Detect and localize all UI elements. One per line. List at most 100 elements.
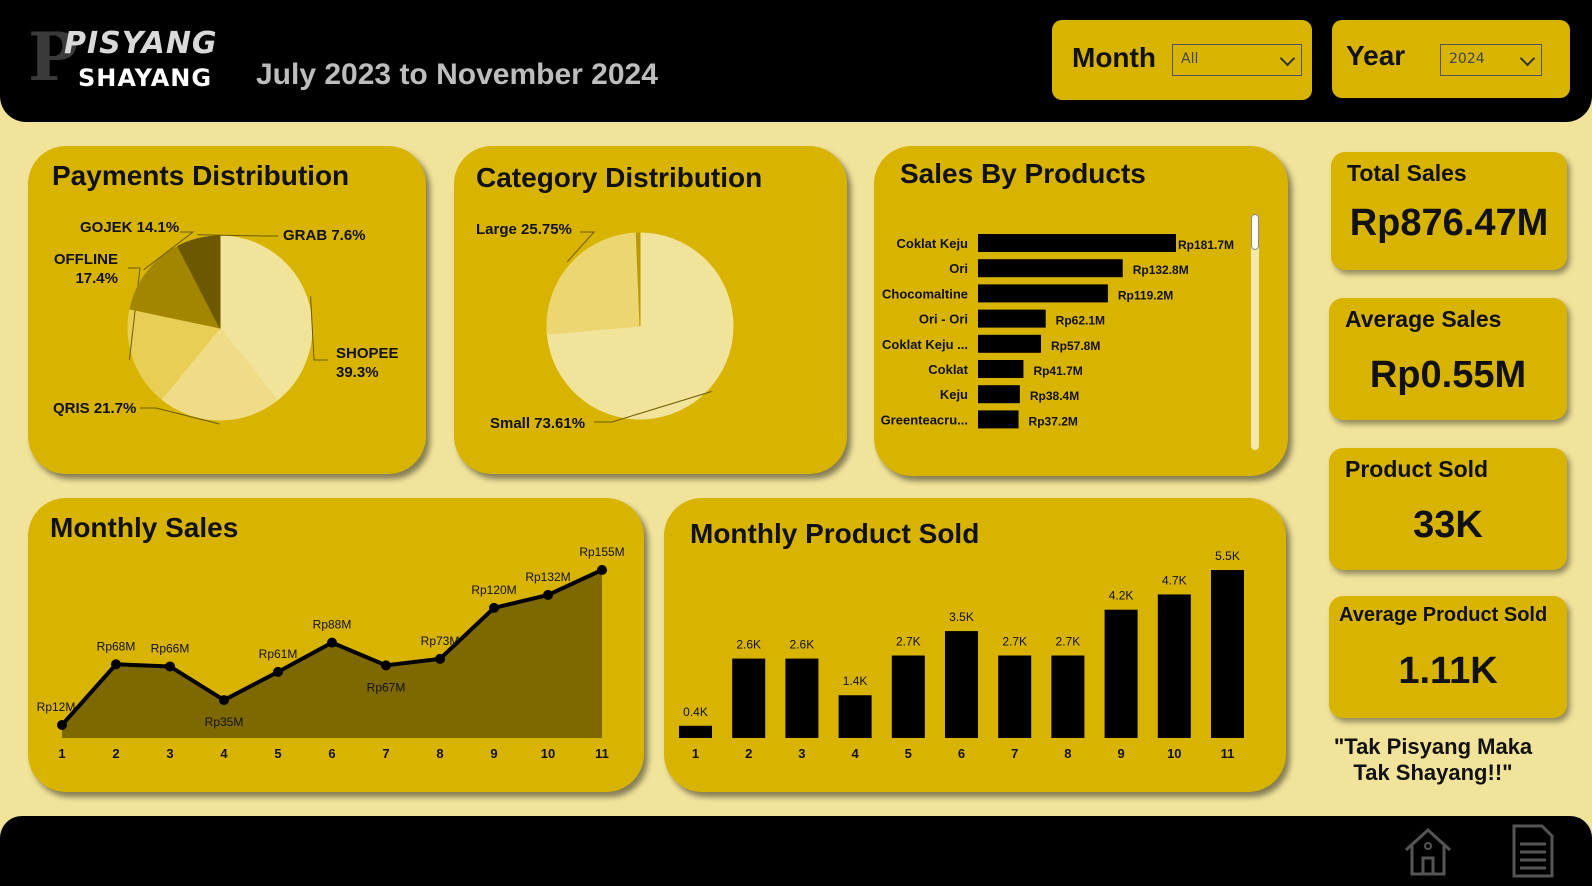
x-tick-label: 11 [1221, 746, 1235, 761]
chevron-down-icon [1279, 50, 1296, 67]
product-label: Chocomaltine [882, 286, 968, 301]
sold-bar [785, 658, 819, 738]
sales-point [57, 719, 67, 730]
category-distribution-card: Category Distribution Small 73.61% Large … [454, 146, 847, 474]
month-dropdown[interactable]: All [1172, 44, 1302, 76]
slice-label: 17.4% [75, 270, 118, 287]
brand-line1: PISYANG [64, 26, 218, 61]
sales-value-label: Rp61M [259, 647, 298, 661]
product-value-label: Rp37.2M [1029, 414, 1078, 428]
product-bar [978, 360, 1024, 378]
kpi-product-sold: Product Sold 33K [1329, 448, 1567, 570]
footer-bar [0, 816, 1592, 886]
sold-value-label: 2.7K [1056, 635, 1081, 649]
kpi-average-product-sold: Average Product Sold 1.11K [1329, 596, 1567, 718]
sales-point [165, 661, 175, 672]
products-scrollbar[interactable] [1251, 214, 1259, 450]
sold-value-label: 0.4K [683, 705, 708, 719]
product-value-label: Rp119.2M [1118, 288, 1173, 302]
x-tick-label: 8 [1064, 746, 1071, 761]
sold-value-label: 2.7K [896, 635, 921, 649]
x-tick-label: 8 [436, 746, 443, 761]
sales-by-products-card: Sales By Products Coklat Keju Rp181.7M Ori… [874, 146, 1288, 476]
year-slicer-label: Year [1346, 40, 1406, 71]
slice-label: 39.3% [336, 364, 379, 381]
sales-area [62, 570, 602, 738]
sold-bar [1104, 609, 1138, 738]
product-label: Ori - Ori [919, 312, 968, 327]
sales-value-label: Rp35M [205, 715, 244, 729]
sold-bar [945, 631, 978, 738]
products-bar-chart: Coklat Keju Rp181.7M Ori Rp132.8M Chocomalti… [881, 234, 1234, 429]
kpi-title: Average Sales [1345, 306, 1502, 332]
monthly-sales-card: Monthly Sales Rp12M 1 Rp68M 2 Rp66M 3 Rp35M 4 Rp… [28, 498, 644, 792]
sold-value-label: 2.6K [736, 638, 761, 652]
sales-value-label: Rp12M [37, 700, 76, 714]
product-label: Coklat Keju [896, 236, 968, 251]
slice-label: SHOPEE [336, 345, 399, 362]
kpi-value: Rp0.55M [1369, 354, 1527, 396]
monthly-product-sold-card: Monthly Product Sold 0.4K 1 2.6K 2 2.6K 3 1.4K… [664, 498, 1286, 792]
sales-value-label: Rp120M [471, 583, 516, 597]
product-bar [978, 284, 1108, 303]
monthly-sold-bar-chart: 0.4K 1 2.6K 2 2.6K 3 1.4K 4 2.7K 5 3.5K 6 2.7K 7 2.7K 8… [679, 549, 1244, 761]
x-tick-label: 10 [541, 746, 555, 761]
product-value-label: Rp132.8M [1133, 263, 1189, 277]
x-tick-label: 6 [328, 746, 335, 761]
brand-line2: SHAYANG [78, 64, 213, 92]
sold-value-label: 3.5K [949, 610, 974, 624]
kpi-total-sales: Total Sales Rp876.47M [1331, 152, 1567, 270]
sales-point [489, 602, 499, 613]
product-bar [978, 385, 1020, 404]
sales-point [597, 565, 607, 575]
slice-label: QRIS 21.7% [53, 400, 136, 417]
month-dropdown-value: All [1181, 51, 1199, 67]
payments-pie-chart: SHOPEE 39.3% QRIS 21.7% OFFLINE 17.4% GOJEK 1… [53, 219, 399, 425]
month-slicer: Month All [1052, 20, 1312, 100]
sales-value-label: Rp155M [579, 545, 624, 559]
kpi-title: Product Sold [1345, 456, 1489, 482]
product-label: Coklat [928, 362, 968, 377]
sold-bar [732, 658, 766, 738]
sales-value-label: Rp68M [97, 639, 136, 653]
leader-line [310, 296, 328, 361]
x-tick-label: 1 [692, 746, 699, 761]
x-tick-label: 9 [1117, 746, 1124, 761]
slice-label: OFFLINE [54, 251, 118, 268]
sold-value-label: 1.4K [843, 674, 868, 688]
sold-bar [679, 725, 712, 738]
x-tick-label: 2 [112, 746, 119, 761]
product-label: Coklat Keju ... [882, 337, 968, 352]
sold-bar [1157, 594, 1191, 738]
kpi-average-sales: Average Sales Rp0.55M [1329, 298, 1567, 420]
year-dropdown[interactable]: 2024 [1440, 44, 1542, 76]
slice-label: Large 25.75% [476, 221, 572, 238]
monthly-sales-area-chart: Rp12M 1 Rp68M 2 Rp66M 3 Rp35M 4 Rp61M 5 Rp88M 6 Rp67… [37, 545, 625, 761]
sales-point [111, 659, 121, 670]
sold-bar [1051, 655, 1085, 738]
sales-value-label: Rp66M [151, 641, 190, 655]
scrollbar-thumb[interactable] [1251, 214, 1259, 250]
chevron-down-icon [1519, 50, 1536, 67]
sold-bar [998, 655, 1032, 738]
x-tick-label: 1 [58, 746, 65, 761]
x-tick-label: 9 [490, 746, 497, 761]
kpi-value: Rp876.47M [1349, 202, 1549, 244]
product-bar [978, 334, 1041, 353]
x-tick-label: 10 [1167, 746, 1181, 761]
x-tick-label: 4 [220, 746, 228, 761]
x-tick-label: 7 [382, 746, 389, 761]
product-value-label: Rp181.7M [1178, 238, 1234, 252]
x-tick-label: 4 [851, 746, 859, 761]
x-tick-label: 3 [166, 746, 173, 761]
sales-value-label: Rp132M [525, 570, 570, 584]
kpi-title: Average Product Sold [1339, 604, 1548, 626]
product-value-label: Rp38.4M [1030, 389, 1079, 403]
report-icon[interactable] [1504, 822, 1560, 878]
sales-point [219, 695, 229, 706]
sales-point [381, 660, 391, 671]
product-bar [978, 234, 1176, 252]
x-tick-label: 11 [595, 746, 609, 761]
home-icon[interactable] [1400, 822, 1456, 878]
product-bar [978, 309, 1046, 328]
